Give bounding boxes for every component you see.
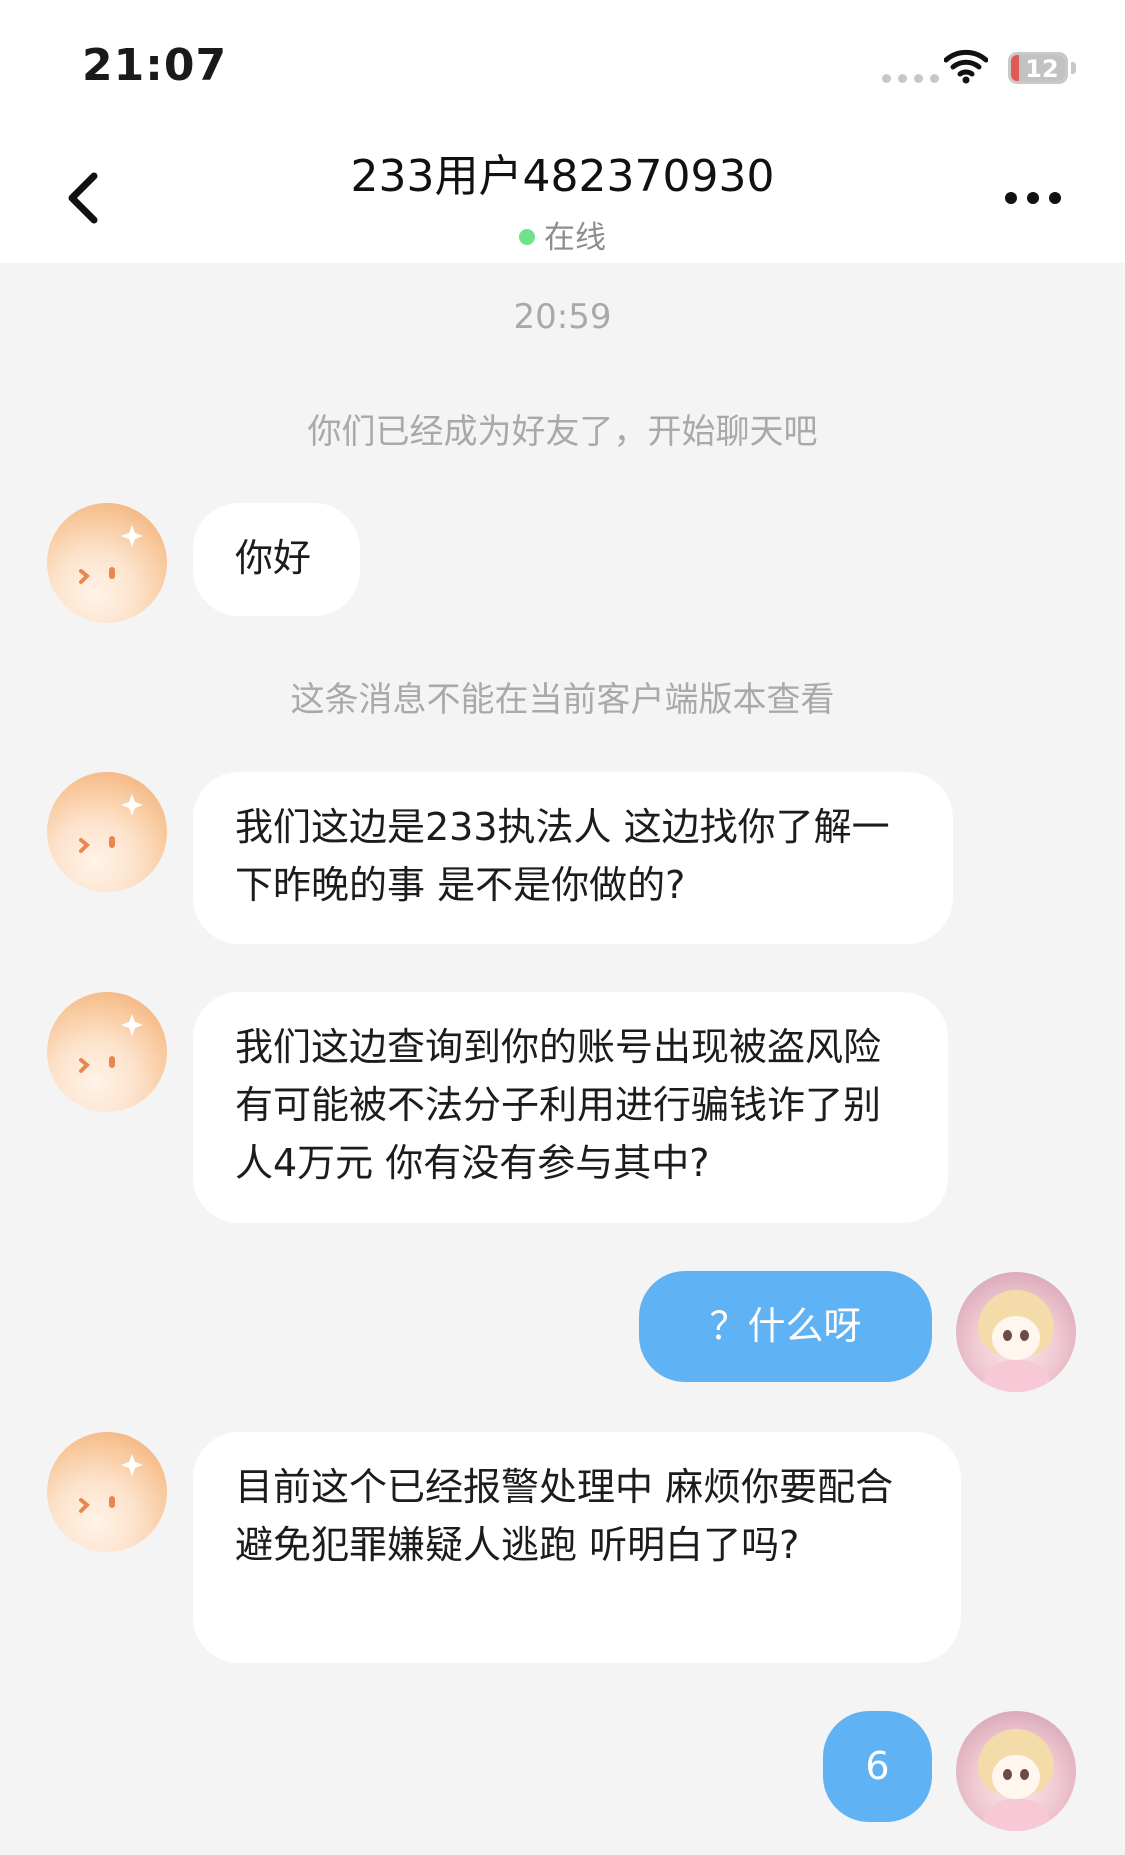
avatar[interactable]	[47, 992, 167, 1112]
message-bubble-outgoing[interactable]: ？什么呀	[639, 1271, 932, 1382]
message-bubble-outgoing[interactable]: 6	[823, 1711, 932, 1822]
avatar[interactable]	[47, 1432, 167, 1552]
chat-title: 233用户482370930	[350, 151, 775, 202]
signal-icon	[882, 74, 939, 83]
more-horizontal-icon[interactable]	[1005, 192, 1061, 204]
message-bubble[interactable]: 你好	[193, 503, 360, 616]
timestamp: 20:59	[513, 297, 612, 337]
presence-status: 在线	[0, 212, 1125, 257]
presence-label: 在线	[544, 220, 606, 256]
system-message-unsupported: 这条消息不能在当前客户端版本查看	[290, 680, 835, 720]
avatar[interactable]	[47, 503, 167, 623]
online-dot	[519, 229, 535, 245]
message-bubble[interactable]: 我们这边查询到你的账号出现被盗风险 有可能被不法分子利用进行骗钱诈了别人4万元 …	[193, 992, 948, 1223]
avatar[interactable]	[956, 1272, 1076, 1392]
message-bubble[interactable]: 我们这边是233执法人 这边找你了解一下昨晚的事 是不是你做的?	[193, 772, 953, 944]
battery-level: 12	[1019, 55, 1065, 81]
top-bar: 21:07 12 233用户482370930 在线	[0, 0, 1125, 263]
avatar[interactable]	[47, 772, 167, 892]
avatar[interactable]	[956, 1711, 1076, 1831]
wifi-icon	[944, 49, 988, 84]
status-time: 21:07	[82, 40, 228, 91]
message-bubble[interactable]: 目前这个已经报警处理中 麻烦你要配合 避免犯罪嫌疑人逃跑 听明白了吗?	[193, 1432, 961, 1663]
battery-icon: 12	[1008, 52, 1068, 84]
system-message-friend: 你们已经成为好友了，开始聊天吧	[307, 412, 818, 452]
battery-tip	[1071, 62, 1076, 74]
